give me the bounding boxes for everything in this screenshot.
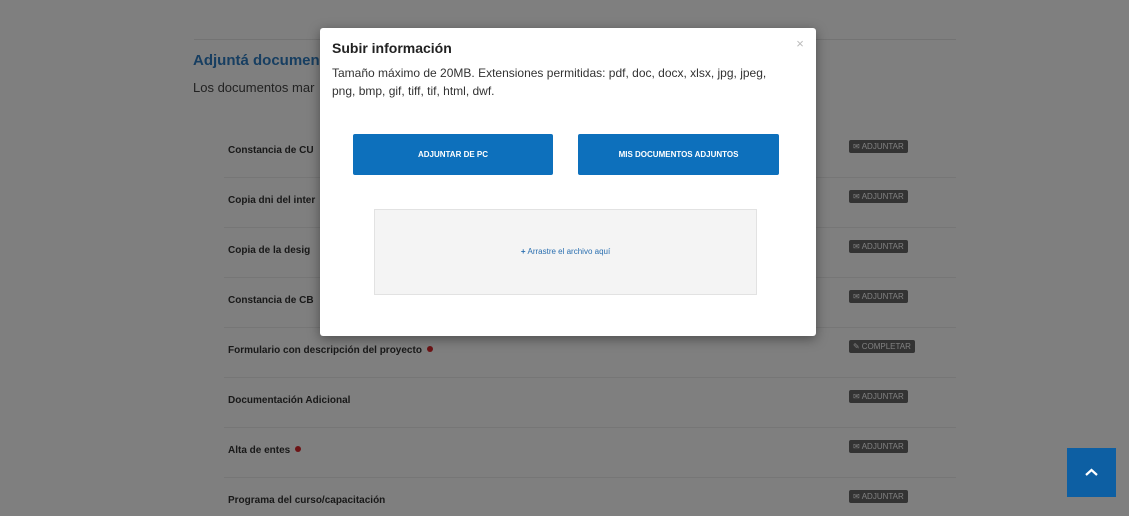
scroll-to-top-button[interactable] <box>1067 448 1116 497</box>
file-dropzone[interactable]: + Arrastre el archivo aquí <box>374 209 757 295</box>
attach-from-pc-button[interactable]: ADJUNTAR DE PC <box>353 134 553 175</box>
modal-description: Tamaño máximo de 20MB. Extensiones permi… <box>332 66 767 98</box>
close-icon[interactable]: × <box>794 37 806 50</box>
plus-icon: + <box>520 247 526 256</box>
modal-title: Subir información <box>332 40 452 56</box>
chevron-up-icon <box>1085 468 1098 476</box>
dropzone-label: Arrastre el archivo aquí <box>527 247 611 256</box>
my-attached-documents-button[interactable]: MIS DOCUMENTOS ADJUNTOS <box>578 134 779 175</box>
upload-modal: Subir información × Tamaño máximo de 20M… <box>320 28 816 336</box>
